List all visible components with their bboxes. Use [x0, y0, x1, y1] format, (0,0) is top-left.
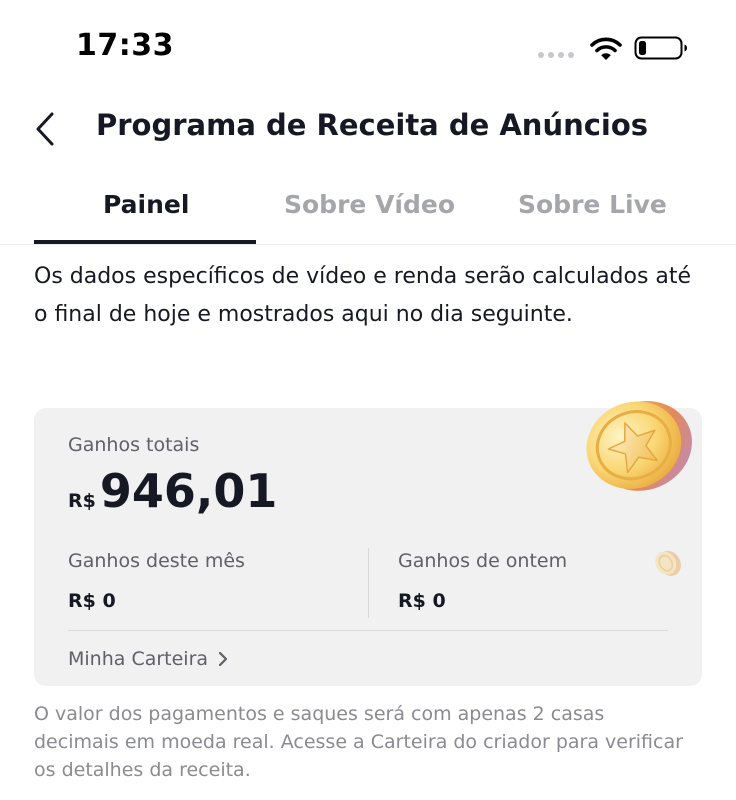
tab-bar: Painel Sobre Vídeo Sobre Live	[0, 176, 736, 245]
header: Programa de Receita de Anúncios	[0, 96, 736, 162]
intro-text: Os dados específicos de vídeo e renda se…	[34, 264, 692, 327]
earnings-card: Ganhos totais R$ 946,01 Ganhos deste mês…	[34, 401, 702, 686]
my-wallet-link[interactable]: Minha Carteira	[68, 648, 230, 670]
tab-painel[interactable]: Painel	[103, 190, 189, 219]
gold-coin-icon	[586, 401, 692, 491]
month-earnings-label: Ganhos deste mês	[68, 550, 245, 572]
month-earnings-value: R$ 0	[68, 590, 116, 612]
currency-symbol: R$	[68, 490, 96, 512]
yesterday-earnings-value: R$ 0	[398, 590, 446, 612]
wifi-icon	[590, 37, 622, 60]
page-title: Programa de Receita de Anúncios	[96, 108, 649, 142]
chevron-right-icon	[218, 651, 228, 667]
horizontal-divider	[68, 630, 668, 631]
battery-icon	[634, 36, 687, 60]
chevron-left-icon[interactable]	[28, 106, 64, 152]
status-bar: 17:33	[0, 0, 736, 96]
my-wallet-label: Minha Carteira	[68, 648, 209, 670]
total-earnings-value: R$ 946,01	[68, 464, 277, 518]
active-tab-indicator	[34, 240, 256, 244]
signal-dots-icon	[538, 52, 574, 58]
vertical-divider	[368, 548, 369, 618]
status-time: 17:33	[76, 28, 174, 63]
tab-sobre-live[interactable]: Sobre Live	[518, 190, 667, 219]
total-earnings-amount: 946,01	[99, 464, 278, 518]
total-earnings-label: Ganhos totais	[68, 434, 200, 456]
footer-note: O valor dos pagamentos e saques será com…	[34, 703, 683, 781]
yesterday-earnings-label: Ganhos de ontem	[398, 550, 568, 572]
tab-sobre-video[interactable]: Sobre Vídeo	[284, 190, 455, 219]
small-coin-icon	[655, 550, 681, 576]
